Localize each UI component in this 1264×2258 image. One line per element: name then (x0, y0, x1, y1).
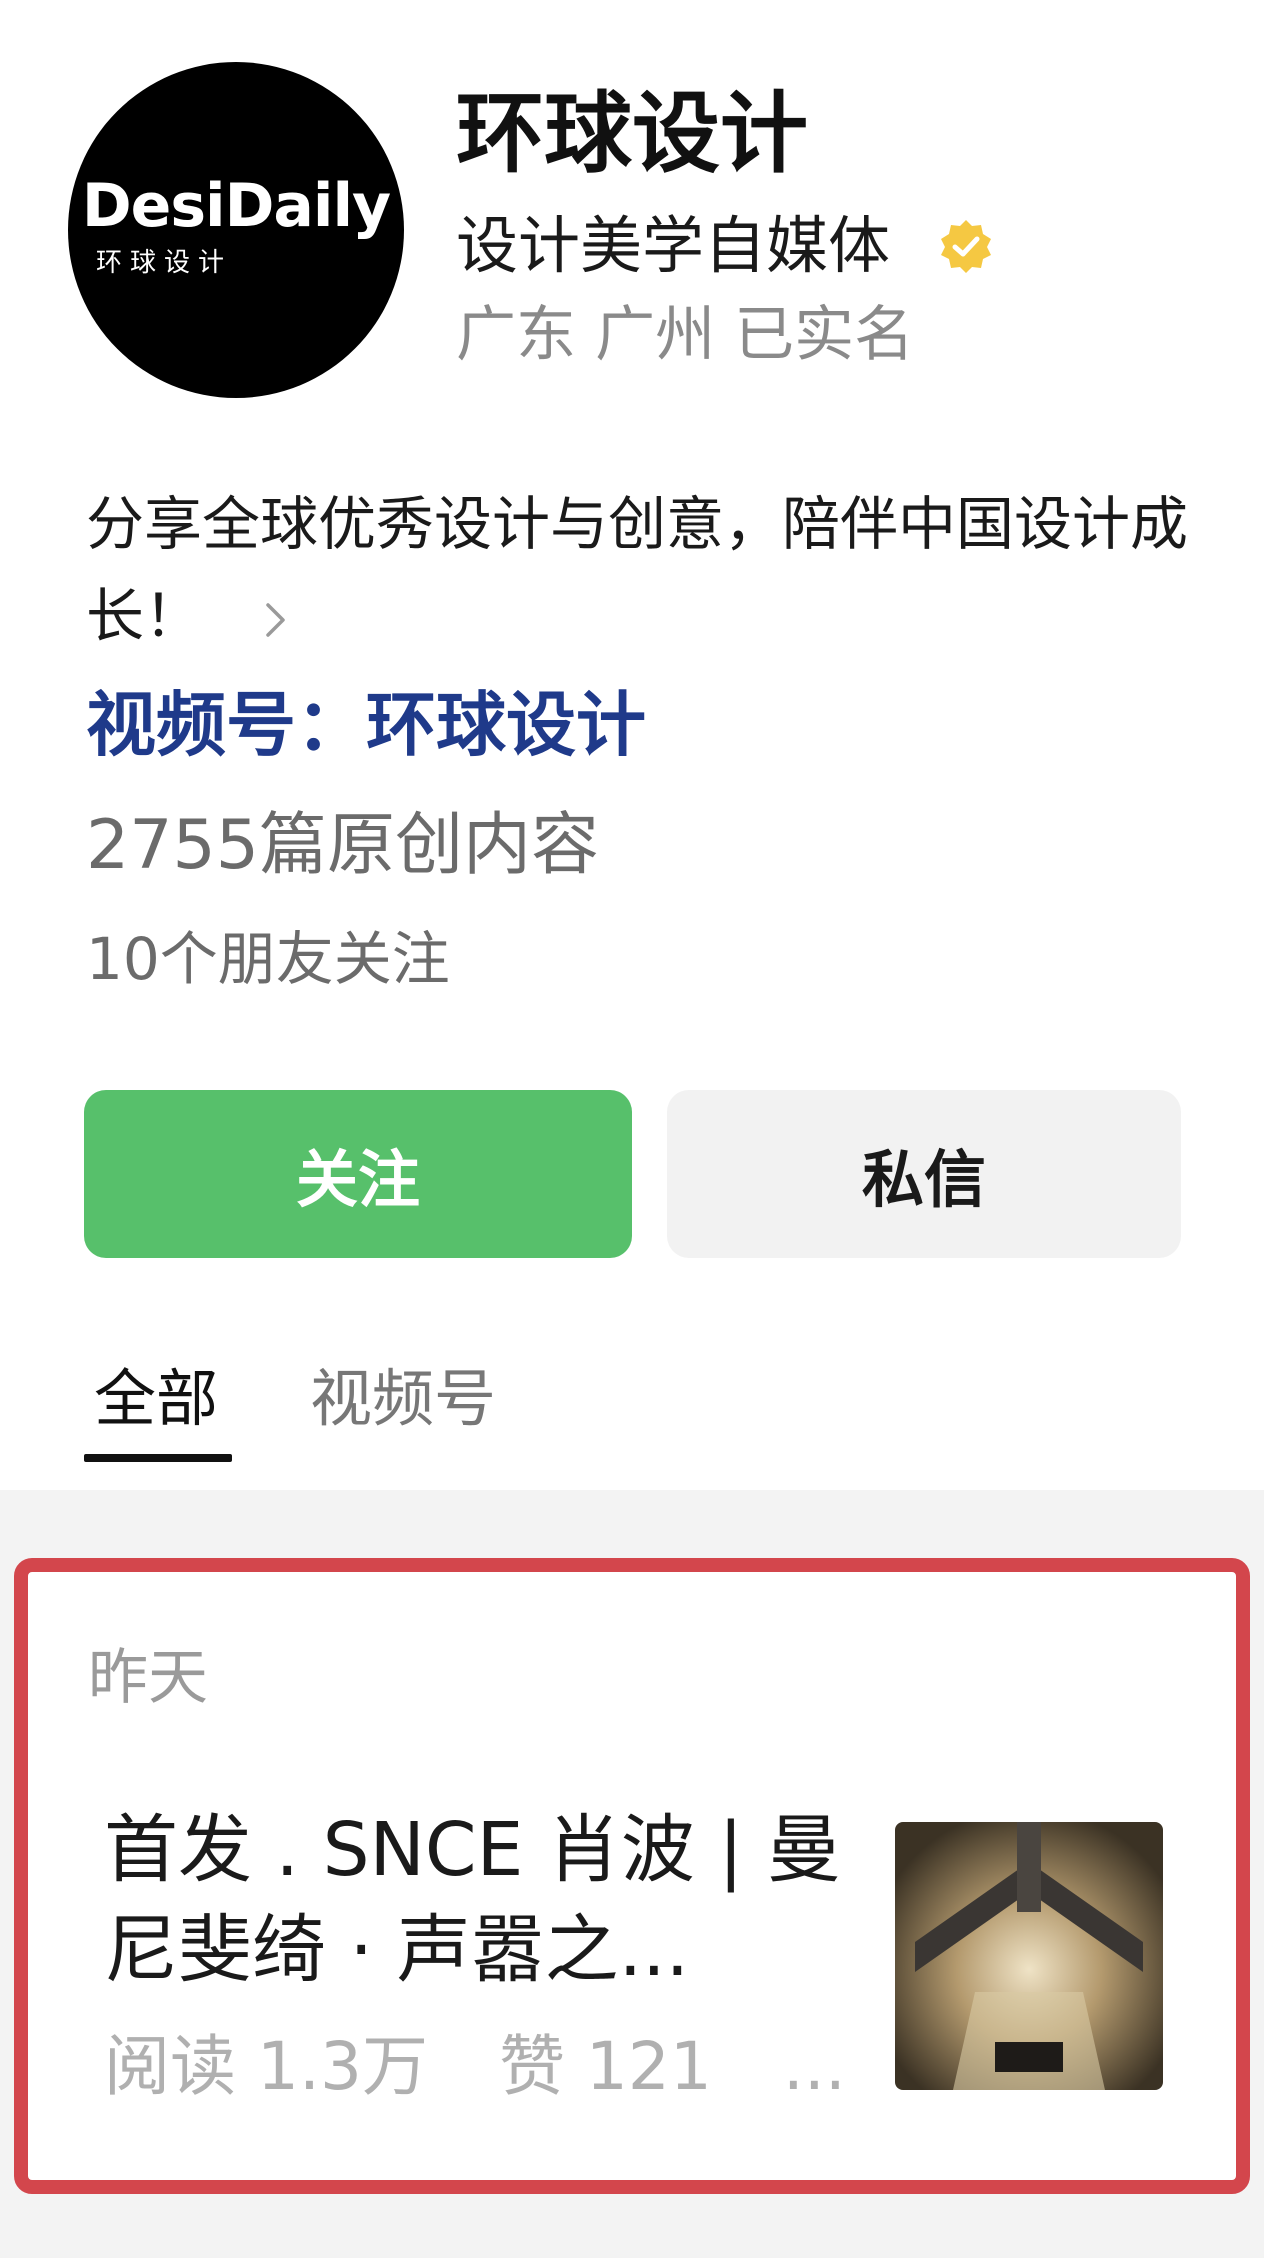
post-date: 昨天 (88, 1643, 208, 1713)
chevron-right-icon (266, 603, 286, 637)
friends-following[interactable]: 10个朋友关注 (86, 930, 450, 988)
account-subtitle: 设计美学自媒体 (456, 209, 891, 282)
article-thumbnail[interactable] (895, 1822, 1163, 2090)
logo-subtext: 环球设计 (96, 247, 233, 278)
tab-channels[interactable]: 视频号 (310, 1368, 496, 1430)
account-bio[interactable]: 分享全球优秀设计与创意，陪伴中国设计成长！ (86, 478, 1196, 662)
article-stats: 阅读 1.3万 赞 121 ... (104, 2034, 896, 2100)
follow-button[interactable]: 关注 (84, 1090, 632, 1258)
original-content-count[interactable]: 2755篇原创内容 (86, 812, 599, 880)
account-location: 广东 广州 已实名 (456, 300, 915, 370)
account-name: 环球设计 (456, 82, 809, 185)
more-indicator: ... (782, 2028, 846, 2105)
verified-badge-icon (941, 220, 991, 273)
read-count: 阅读 1.3万 (104, 2028, 428, 2105)
active-tab-indicator (84, 1454, 232, 1462)
logo-text: DesiDaily (81, 170, 391, 241)
like-count: 赞 121 (498, 2028, 712, 2105)
tab-all[interactable]: 全部 (94, 1368, 218, 1430)
message-button[interactable]: 私信 (667, 1090, 1181, 1258)
article-title[interactable]: 首发 . SNCE 肖波 | 曼尼斐绮 · 声嚣之... (104, 1800, 864, 2000)
channel-link[interactable]: 视频号：环球设计 (86, 690, 646, 760)
account-avatar[interactable]: DesiDaily 环球设计 (68, 62, 404, 398)
